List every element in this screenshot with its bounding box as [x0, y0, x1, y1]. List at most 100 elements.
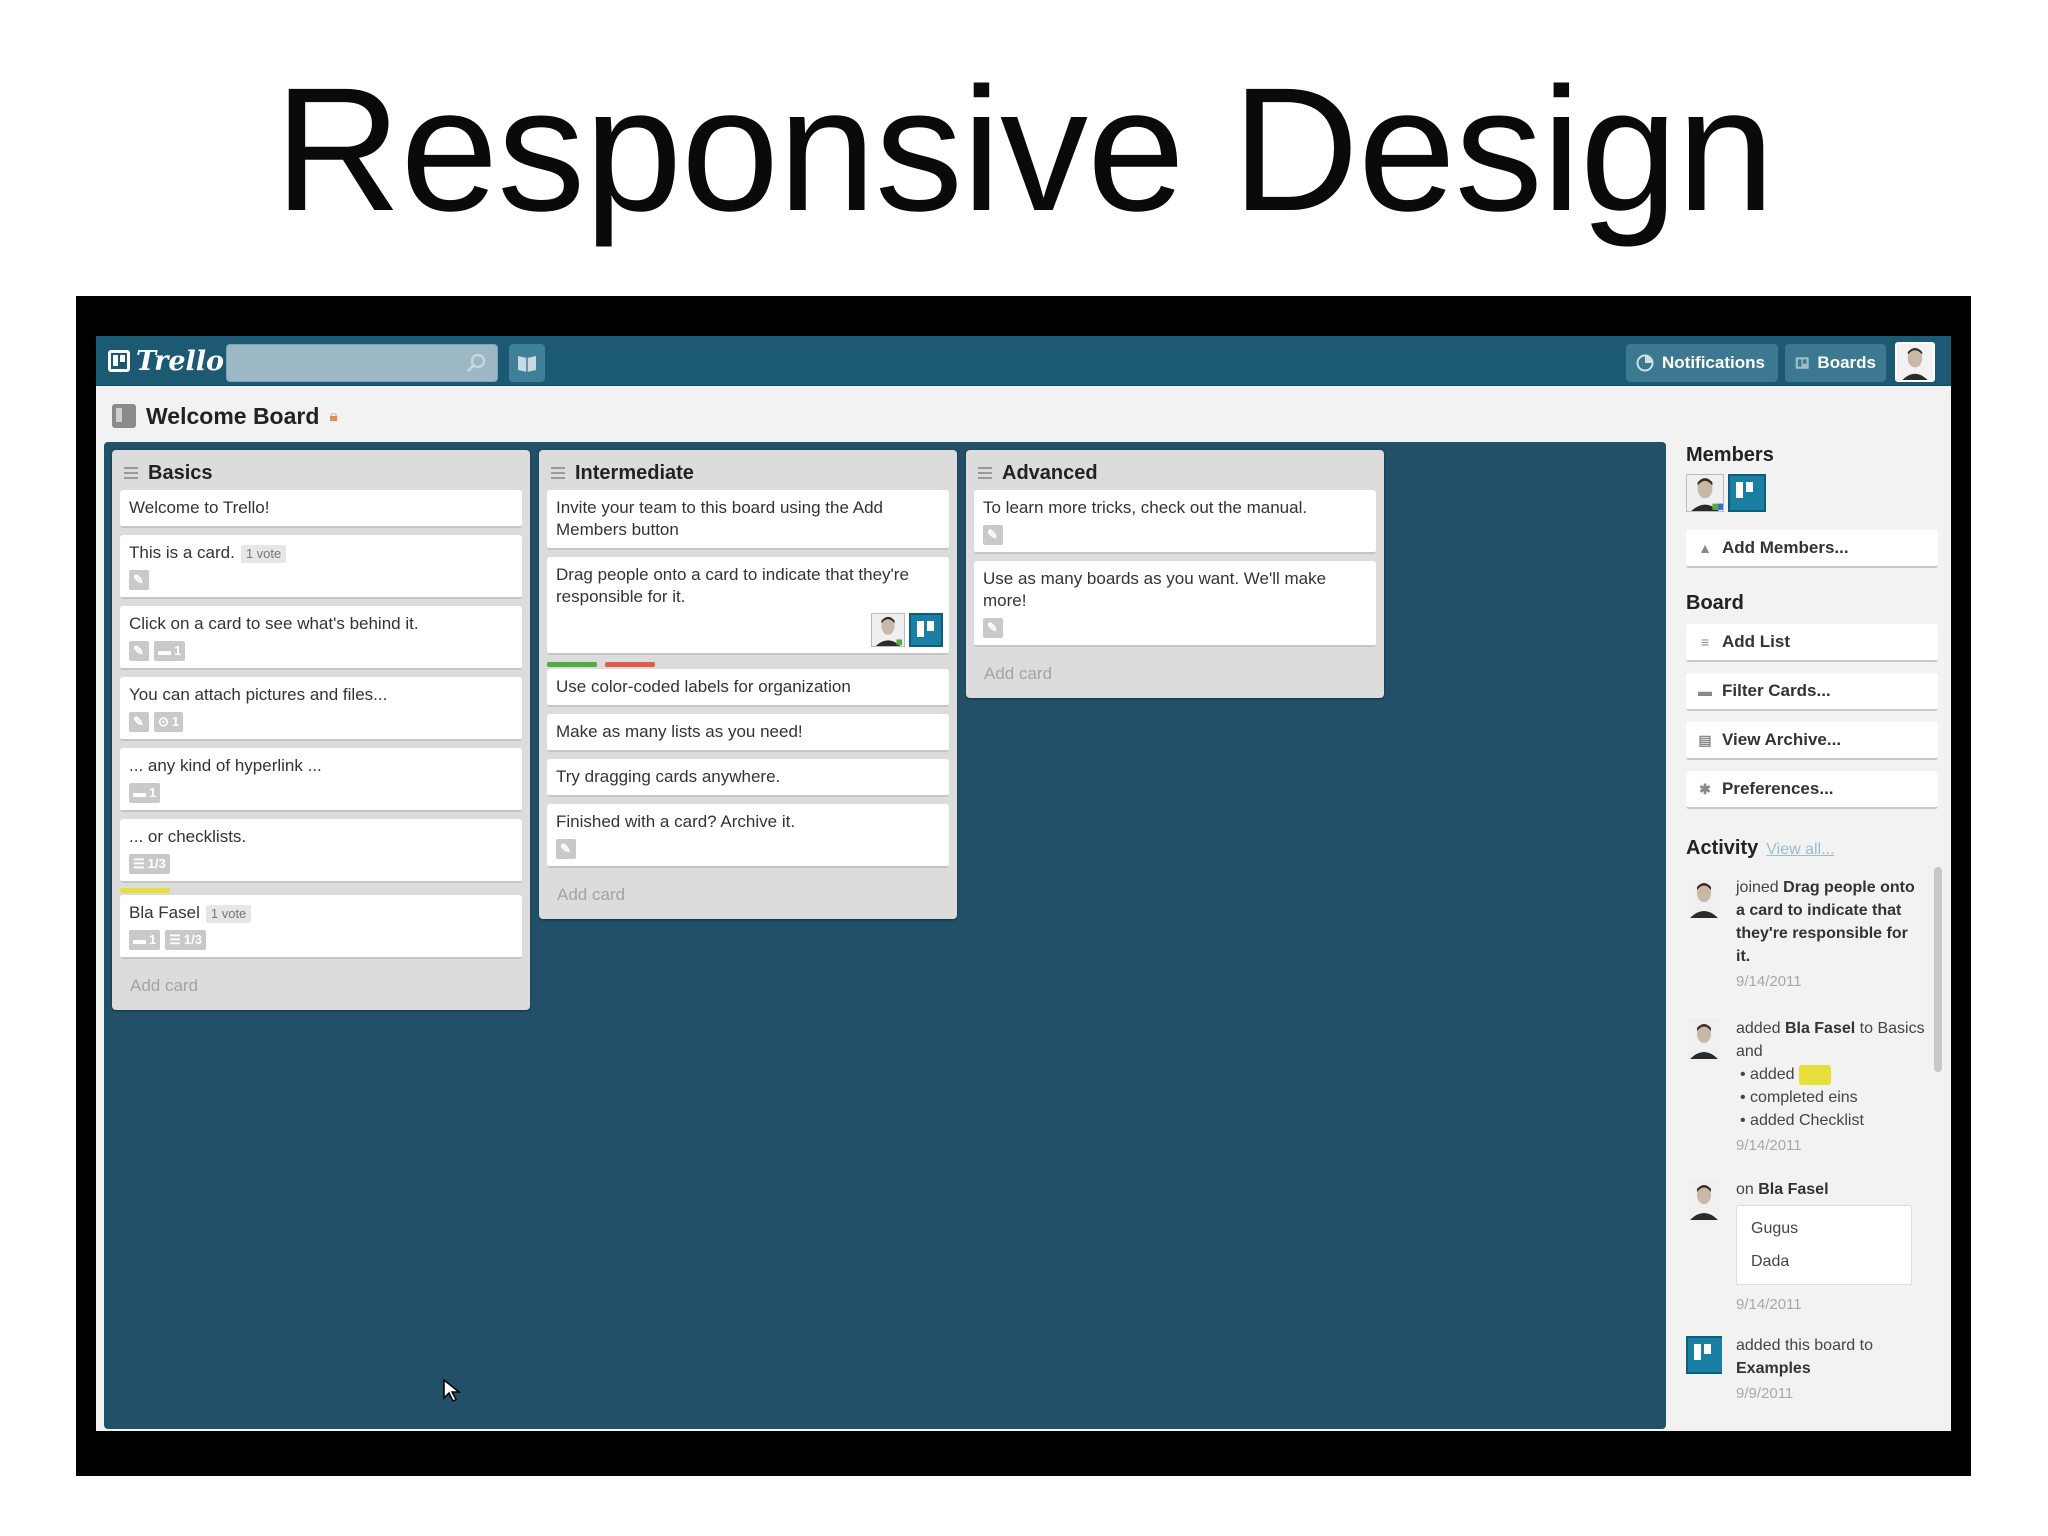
top-bar: Trello Notifications Boards: [96, 336, 1951, 386]
activity-item: added Bla Fasel to Basics and added comp…: [1686, 1017, 1926, 1157]
view-all-link[interactable]: View all...: [1766, 841, 1834, 859]
lock-icon[interactable]: 🔒︎: [329, 406, 338, 426]
card[interactable]: Finished with a card? Archive it. ✎: [547, 804, 949, 868]
comment-line: Dada: [1751, 1253, 1790, 1270]
user-avatar[interactable]: [1895, 342, 1935, 382]
card[interactable]: To learn more tricks, check out the manu…: [974, 490, 1376, 554]
add-members-button[interactable]: ▲ Add Members...: [1686, 530, 1938, 568]
list-advanced[interactable]: Advanced To learn more tricks, check out…: [966, 450, 1384, 698]
board-header: Welcome Board 🔒︎: [112, 396, 338, 436]
activity-verb: on: [1736, 1181, 1759, 1198]
filter-cards-button[interactable]: ▬ Filter Cards...: [1686, 673, 1938, 711]
trello-logo-icon: [108, 350, 130, 372]
card-text: ... or checklists.: [129, 827, 247, 846]
card[interactable]: You can attach pictures and files... ✎ ⊙…: [120, 677, 522, 741]
board-menu-button[interactable]: [509, 344, 545, 382]
checklist-badge: ☰ 1/3: [129, 854, 170, 874]
description-badge-icon: ✎: [983, 525, 1003, 545]
description-badge-icon: ✎: [983, 618, 1003, 638]
card[interactable]: Invite your team to this board using the…: [547, 490, 949, 550]
preferences-button[interactable]: ✱ Preferences...: [1686, 771, 1938, 809]
trello-member-icon[interactable]: [1728, 474, 1766, 512]
add-card-link[interactable]: Add card: [547, 875, 949, 909]
card-text: Try dragging cards anywhere.: [556, 767, 781, 786]
activity-target[interactable]: Bla Fasel: [1785, 1020, 1855, 1037]
activity-change-text: completed eins: [1750, 1089, 1858, 1106]
book-icon: [518, 356, 536, 372]
card-text: This is a card.: [129, 543, 235, 562]
card-labels: [547, 662, 949, 667]
user-face-icon: [1690, 1185, 1718, 1220]
checklist-icon: ☰: [169, 932, 181, 947]
vote-badge: 1 vote: [205, 904, 252, 923]
card[interactable]: Bla Fasel 1 vote ▬ 1 ☰ 1/3: [120, 895, 522, 959]
avatar[interactable]: [1686, 1019, 1722, 1059]
list-menu-icon[interactable]: [124, 467, 138, 479]
activity-date: 9/14/2011: [1736, 1296, 1802, 1313]
card-text: You can attach pictures and files...: [129, 685, 388, 704]
preferences-label: Preferences...: [1722, 779, 1834, 798]
yellow-label: [120, 888, 170, 893]
activity-item: added this board to Examples 9/9/2011: [1686, 1334, 1926, 1405]
activity-heading: Activity: [1686, 837, 1759, 859]
card[interactable]: Use color-coded labels for organization: [547, 669, 949, 707]
add-list-button[interactable]: ≡ Add List: [1686, 624, 1938, 662]
search-input[interactable]: [226, 344, 498, 382]
list-title: Basics: [148, 461, 213, 484]
view-archive-button[interactable]: ▤ View Archive...: [1686, 722, 1938, 760]
trello-board-icon: [1686, 1336, 1722, 1374]
avatar[interactable]: [1686, 1180, 1722, 1220]
green-label: [547, 662, 597, 667]
add-card-link[interactable]: Add card: [974, 654, 1376, 688]
card-text: Make as many lists as you need!: [556, 722, 803, 741]
activity-target[interactable]: Examples: [1736, 1360, 1811, 1377]
boards-label: Boards: [1817, 353, 1876, 372]
trello-member-icon[interactable]: [909, 613, 943, 647]
filter-cards-label: Filter Cards...: [1722, 681, 1831, 700]
card-text: Use color-coded labels for organization: [556, 677, 851, 696]
board-title[interactable]: Welcome Board: [146, 403, 319, 430]
activity-verb: added this board to: [1736, 1337, 1873, 1354]
card[interactable]: ... or checklists. ☰ 1/3: [120, 819, 522, 883]
card[interactable]: Try dragging cards anywhere.: [547, 759, 949, 797]
sidebar-scrollbar[interactable]: [1934, 867, 1942, 1072]
trello-logo-text: Trello: [136, 345, 225, 377]
board-sidebar: Members ▲ Add Members... Board ≡ Add Lis…: [1686, 442, 1942, 1429]
list-menu-icon[interactable]: [978, 467, 992, 479]
card[interactable]: Make as many lists as you need!: [547, 714, 949, 752]
card-text: Click on a card to see what's behind it.: [129, 614, 419, 633]
card[interactable]: This is a card. 1 vote ✎: [120, 535, 522, 599]
activity-target[interactable]: Bla Fasel: [1758, 1181, 1828, 1198]
add-card-link[interactable]: Add card: [120, 966, 522, 1000]
attachment-icon: ⊙: [158, 714, 169, 729]
user-face-icon: [1690, 883, 1718, 918]
mouse-cursor-icon: [443, 1378, 462, 1403]
card[interactable]: Click on a card to see what's behind it.…: [120, 606, 522, 670]
card[interactable]: ... any kind of hyperlink ... ▬ 1: [120, 748, 522, 812]
card[interactable]: Drag people onto a card to indicate that…: [547, 557, 949, 655]
notifications-button[interactable]: Notifications: [1626, 344, 1778, 382]
activity-header: Activity View all...: [1686, 837, 1834, 860]
user-face-icon: [1691, 478, 1723, 511]
member-avatar[interactable]: [1686, 474, 1724, 512]
list-intermediate[interactable]: Intermediate Invite your team to this bo…: [539, 450, 957, 919]
boards-button[interactable]: Boards: [1785, 344, 1886, 382]
list-title: Intermediate: [575, 461, 694, 484]
board-canvas: Basics Welcome to Trello! This is a card…: [104, 442, 1666, 1429]
trello-logo[interactable]: Trello: [108, 344, 224, 378]
add-members-label: Add Members...: [1722, 538, 1849, 557]
gear-icon: ✱: [1699, 780, 1711, 797]
board-avatar[interactable]: [1686, 1336, 1722, 1376]
red-label: [605, 662, 655, 667]
card[interactable]: Welcome to Trello!: [120, 490, 522, 528]
activity-item: on Bla Fasel Gugus Dada 9/14/2011: [1686, 1178, 1926, 1316]
list-menu-icon[interactable]: [551, 467, 565, 479]
card[interactable]: Use as many boards as you want. We'll ma…: [974, 561, 1376, 647]
comment-badge: ▬ 1: [129, 783, 161, 803]
member-avatar[interactable]: [871, 613, 905, 647]
avatar[interactable]: [1686, 878, 1722, 918]
card-text: To learn more tricks, check out the manu…: [983, 498, 1308, 517]
board-heading: Board: [1686, 592, 1744, 614]
list-basics[interactable]: Basics Welcome to Trello! This is a card…: [112, 450, 530, 1010]
description-badge-icon: ✎: [556, 839, 576, 859]
